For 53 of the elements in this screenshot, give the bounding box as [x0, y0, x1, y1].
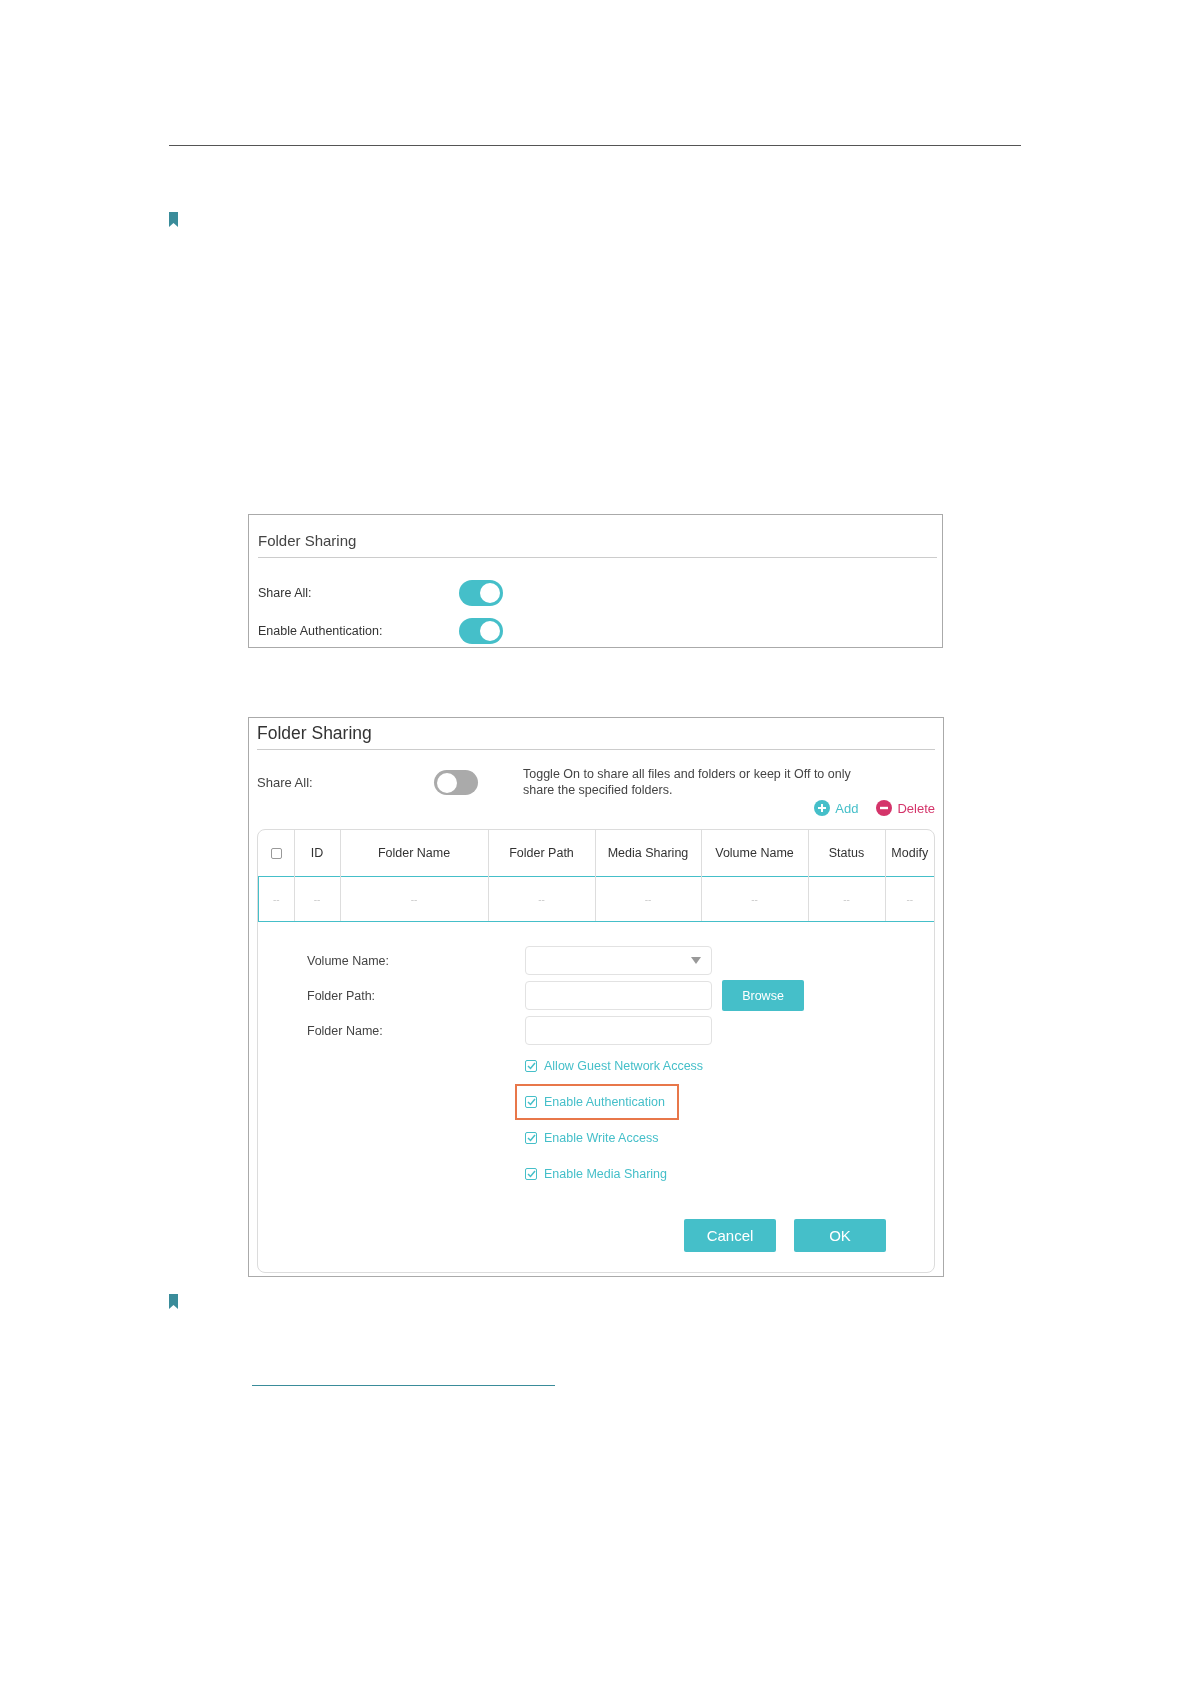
input-field[interactable]	[525, 1016, 712, 1045]
caret-icon	[691, 957, 701, 964]
table-cell: --	[595, 876, 701, 922]
toggle-switch[interactable]	[459, 618, 503, 644]
dialog-button[interactable]: OK	[794, 1219, 886, 1252]
table-cell: --	[701, 876, 808, 922]
field-label: Share All:	[258, 586, 313, 600]
table-cell: --	[258, 876, 294, 922]
bookmark-icon	[169, 1294, 178, 1309]
check-icon	[526, 1098, 536, 1106]
option-label: Allow Guest Network Access	[544, 1059, 704, 1073]
column-header: Modify	[885, 830, 934, 877]
field-label: Share All:	[257, 774, 314, 790]
checkbox[interactable]	[525, 1060, 537, 1072]
checkbox[interactable]	[270, 848, 282, 860]
checkbox[interactable]	[525, 1132, 537, 1144]
browse-button[interactable]: Browse	[722, 980, 804, 1011]
check-icon	[526, 1134, 536, 1142]
checkbox[interactable]	[525, 1168, 537, 1180]
field-label: Folder Path:	[307, 988, 377, 1003]
toggle-switch[interactable]	[434, 769, 478, 795]
hint-text: Toggle On to share all files and folders or keep it Off to only share the specified folders.	[523, 766, 852, 798]
column-header: Media Sharing	[595, 830, 701, 877]
option-label: Enable Write Access	[544, 1131, 659, 1145]
panel-title: Folder Sharing	[257, 718, 935, 750]
action-link[interactable]: Delete	[876, 799, 935, 817]
bookmark-icon	[169, 212, 178, 227]
check-icon	[526, 1062, 536, 1070]
column-header: Status	[808, 830, 885, 877]
toggle-switch[interactable]	[459, 580, 503, 606]
option-label: Enable Media Sharing	[544, 1167, 667, 1181]
field-label: Folder Name:	[307, 1023, 384, 1038]
column-header: Folder Path	[488, 830, 595, 877]
column-header: Volume Name	[701, 830, 808, 877]
input-field[interactable]	[525, 981, 712, 1010]
table-cell: --	[885, 876, 934, 922]
minus-icon	[876, 800, 893, 816]
field-label: Volume Name:	[307, 953, 390, 968]
dropdown-field[interactable]	[525, 946, 712, 975]
column-header: Folder Name	[340, 830, 488, 877]
column-header: ID	[294, 830, 340, 877]
checkbox[interactable]	[525, 1096, 537, 1108]
dialog-button[interactable]: Cancel	[684, 1219, 776, 1252]
panel-title: Folder Sharing	[258, 515, 937, 558]
action-link[interactable]: Add	[814, 799, 859, 817]
table-cell: --	[340, 876, 488, 922]
table-cell: --	[488, 876, 595, 922]
option-label: Enable Authentication	[544, 1095, 665, 1109]
table-cell: --	[294, 876, 340, 922]
field-label: Enable Authentication:	[258, 624, 384, 638]
check-icon	[526, 1170, 536, 1178]
table-cell: --	[808, 876, 885, 922]
plus-icon	[814, 800, 831, 816]
